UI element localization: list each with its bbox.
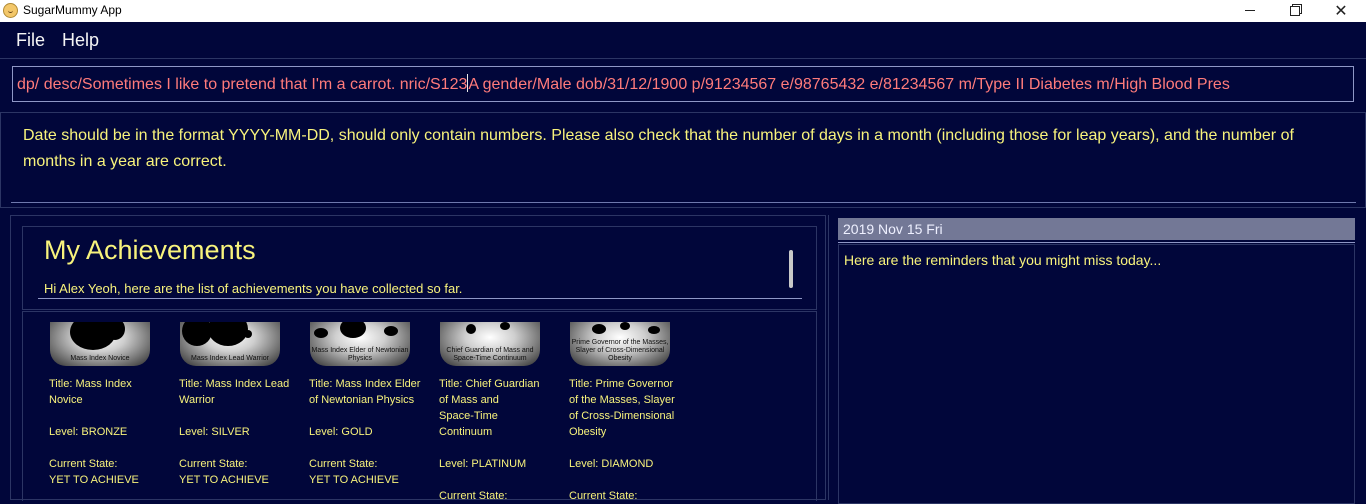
achievements-title: My Achievements bbox=[44, 235, 256, 265]
achievement-title-line: Warrior bbox=[179, 394, 215, 406]
window-title: SugarMummy App bbox=[23, 3, 122, 17]
command-text: dp/ desc/Sometimes I like to pretend tha… bbox=[17, 74, 1230, 94]
reminders-message: Here are the reminders that you might mi… bbox=[844, 252, 1162, 268]
achievement-level: Level: SILVER bbox=[179, 426, 250, 438]
achievement-badge-image: Mass Index Novice bbox=[50, 322, 150, 366]
achievement-details: Title: Prime Governor of the Masses, Sla… bbox=[569, 376, 681, 504]
achievement-title-line: Title: Chief Guardian bbox=[439, 378, 540, 390]
achievement-title-line: Title: Mass Index bbox=[49, 378, 132, 390]
achievement-state: YET TO ACHIEVE bbox=[309, 474, 399, 486]
menu-help[interactable]: Help bbox=[62, 30, 99, 51]
achievement-title-line: Space-Time bbox=[439, 410, 498, 422]
achievements-panel: My Achievements Hi Alex Yeoh, here are t… bbox=[10, 215, 826, 504]
sugar-mummy-face-icon bbox=[3, 3, 18, 18]
achievement-details: Title: Mass Index Elder of Newtonian Phy… bbox=[309, 376, 421, 488]
header-divider bbox=[38, 298, 802, 299]
badge-label: Mass Index Novice bbox=[70, 355, 130, 362]
restore-icon bbox=[1290, 5, 1300, 16]
maximize-button[interactable] bbox=[1272, 0, 1318, 22]
achievement-state-label: Current State: bbox=[309, 458, 378, 470]
achievement-badge-image: Prime Governor of the Masses, Slayer of … bbox=[570, 322, 670, 366]
achievement-details: Title: Mass Index Novice Level: BRONZE C… bbox=[49, 376, 161, 488]
reminders-panel: 2019 Nov 15 Fri Here are the reminders t… bbox=[828, 215, 1366, 504]
achievement-state: YET TO ACHIEVE bbox=[179, 474, 269, 486]
result-divider bbox=[11, 202, 1356, 203]
achievement-title-line: of Newtonian Physics bbox=[309, 394, 415, 406]
minimize-icon bbox=[1245, 10, 1255, 11]
achievement-badge-image: Mass Index Lead Warrior bbox=[180, 322, 280, 366]
achievement-badge-image: Chief Guardian of Mass and Space-Time Co… bbox=[440, 322, 540, 366]
achievement-state-label: Current State: bbox=[179, 458, 248, 470]
badge-label: Chief Guardian of Mass and Space-Time Co… bbox=[446, 347, 534, 362]
achievement-title-line: Title: Mass Index Elder bbox=[309, 378, 421, 390]
divider bbox=[0, 58, 1366, 59]
achievement-details: Title: Mass Index Lead Warrior Level: SI… bbox=[179, 376, 291, 488]
menu-file[interactable]: File bbox=[16, 30, 45, 51]
achievement-state-label: Current State: bbox=[439, 490, 508, 502]
reminders-list: Here are the reminders that you might mi… bbox=[838, 244, 1355, 504]
achievement-title-line: Obesity bbox=[569, 426, 607, 438]
menu-bar: File Help bbox=[0, 23, 1366, 57]
achievement-level: Level: GOLD bbox=[309, 426, 373, 438]
achievements-header: My Achievements Hi Alex Yeoh, here are t… bbox=[22, 226, 817, 310]
achievement-state-label: Current State: bbox=[49, 458, 118, 470]
achievement-badge-image: Mass Index Elder of Newtonian Physics bbox=[310, 322, 410, 366]
achievement-level: Level: PLATINUM bbox=[439, 458, 527, 470]
command-text-after-caret: A gender/Male dob/31/12/1900 p/91234567 … bbox=[468, 76, 1230, 93]
calendar-date-header: 2019 Nov 15 Fri bbox=[838, 218, 1355, 240]
date-divider bbox=[838, 242, 1355, 243]
achievement-title-line: Title: Prime Governor bbox=[569, 378, 674, 390]
window-title-bar: SugarMummy App ✕ bbox=[0, 0, 1366, 22]
achievement-level: Level: DIAMOND bbox=[569, 458, 654, 470]
command-text-before-caret: dp/ desc/Sometimes I like to pretend tha… bbox=[17, 76, 468, 93]
close-button[interactable]: ✕ bbox=[1318, 0, 1364, 22]
achievement-state-label: Current State: bbox=[569, 490, 638, 502]
achievements-subtitle: Hi Alex Yeoh, here are the list of achie… bbox=[44, 281, 463, 296]
achievement-title-line: of Mass and bbox=[439, 394, 499, 406]
achievement-title-line: Title: Mass Index Lead bbox=[179, 378, 290, 390]
command-input[interactable]: dp/ desc/Sometimes I like to pretend tha… bbox=[12, 66, 1354, 102]
achievement-title-line: of Cross-Dimensional bbox=[569, 410, 675, 422]
achievements-list: Mass Index Novice Title: Mass Index Novi… bbox=[22, 311, 817, 504]
achievement-state: YET TO ACHIEVE bbox=[49, 474, 139, 486]
badge-label: Mass Index Lead Warrior bbox=[191, 355, 269, 362]
badge-label: Mass Index Elder of Newtonian Physics bbox=[311, 347, 409, 362]
result-display: Date should be in the format YYYY-MM-DD,… bbox=[0, 112, 1366, 208]
result-message: Date should be in the format YYYY-MM-DD,… bbox=[23, 127, 1294, 170]
badge-label: Prime Governor of the Masses, Slayer of … bbox=[571, 339, 669, 362]
achievement-title-line: of the Masses, Slayer bbox=[569, 394, 675, 406]
achievement-title-line: Continuum bbox=[439, 426, 493, 438]
header-scrollbar[interactable] bbox=[789, 250, 793, 288]
achievement-title-line: Novice bbox=[49, 394, 83, 406]
achievement-details: Title: Chief Guardian of Mass and Space-… bbox=[439, 376, 551, 504]
achievement-level: Level: BRONZE bbox=[49, 426, 128, 438]
minimize-button[interactable] bbox=[1227, 0, 1273, 22]
